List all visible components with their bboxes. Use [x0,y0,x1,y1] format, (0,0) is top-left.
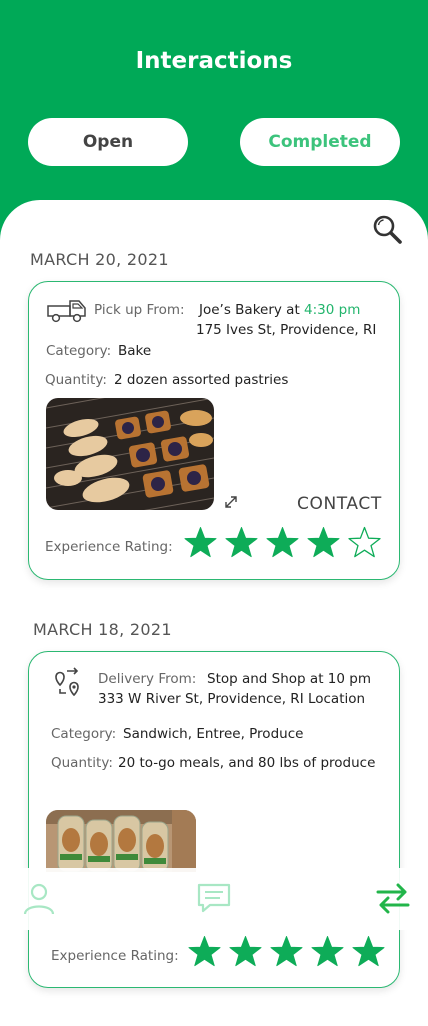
pickup-label: Pick up From: [94,302,185,318]
star-filled-icon [184,527,217,558]
category-label: Category: [46,343,112,359]
delivery-address: 333 W River St, Providence, RI Location [98,691,366,707]
category-label: Category: [51,726,117,742]
star-filled-icon [307,527,340,558]
quantity-label: Quantity: [51,755,113,771]
star-filled-icon [188,936,221,967]
star-filled-icon [352,936,385,967]
rating-label: Experience Rating: [45,539,173,555]
experience-rating [183,526,382,561]
expand-icon[interactable] [223,494,239,510]
search-icon[interactable] [370,212,404,246]
interaction-date: MARCH 18, 2021 [33,620,172,639]
category-value: Sandwich, Entree, Produce [123,726,304,742]
food-photo [46,810,196,872]
pickup-place: Joe’s Bakery at 4:30 pm [199,302,360,318]
quantity-value: 20 to-go meals, and 80 lbs of produce [118,755,376,771]
rating-label: Experience Rating: [51,948,179,964]
interaction-card[interactable]: Delivery From: Stop and Shop at 10 pm 33… [28,651,400,988]
food-photo [46,398,214,510]
message-icon[interactable] [196,880,232,916]
delivery-place: Stop and Shop at 10 pm [207,671,371,687]
quantity-value: 2 dozen assorted pastries [114,372,289,388]
experience-rating [187,935,386,970]
category-value: Bake [118,343,152,359]
tab-open[interactable]: Open [28,118,188,166]
pickup-time: 4:30 pm [304,302,361,318]
profile-icon[interactable] [21,880,57,916]
star-filled-icon [311,936,344,967]
delivery-label: Delivery From: [98,671,197,687]
pickup-place-name: Joe’s Bakery at [199,302,305,318]
swap-icon[interactable] [375,880,411,916]
tab-completed[interactable]: Completed [240,118,400,166]
truck-icon [47,300,86,323]
delivery-route-icon [55,667,79,697]
page-title: Interactions [135,48,293,74]
star-filled-icon [229,936,262,967]
star-filled-icon [225,527,258,558]
interaction-date: MARCH 20, 2021 [30,250,169,269]
star-empty-icon [348,526,381,558]
interaction-card[interactable]: Pick up From: Joe’s Bakery at 4:30 pm 17… [28,281,400,580]
pickup-address: 175 Ives St, Providence, RI [196,322,377,338]
contact-button[interactable]: CONTACT [297,494,382,514]
bottom-nav [0,868,428,930]
star-filled-icon [266,527,299,558]
quantity-label: Quantity: [45,372,107,388]
star-filled-icon [270,936,303,967]
